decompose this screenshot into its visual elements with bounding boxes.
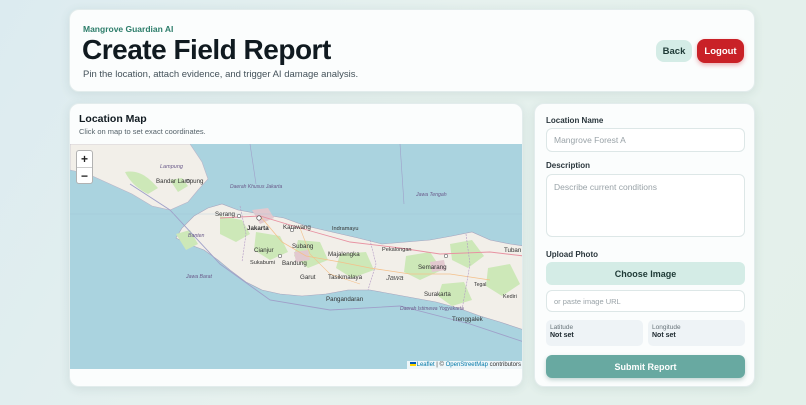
report-form-card: Location Name Mangrove Forest A Descript…: [534, 103, 755, 387]
map-label: Karawang: [283, 224, 311, 231]
map-attribution: Leaflet | © OpenStreetMap contributors: [406, 361, 522, 369]
map-label: Serang: [215, 211, 236, 218]
latitude-value: Not set: [550, 332, 574, 339]
map-label: Tegal: [474, 282, 486, 288]
map-label: Indramayu: [332, 226, 358, 232]
attribution-tail: contributors: [487, 362, 521, 368]
map-label: Garut: [300, 274, 316, 281]
osm-link[interactable]: OpenStreetMap: [446, 362, 488, 368]
logout-button[interactable]: Logout: [697, 39, 744, 63]
longitude-value: Not set: [652, 332, 676, 339]
map-label: Majalengka: [328, 251, 360, 258]
map-label: Jawa Tengah: [415, 192, 447, 198]
description-label: Description: [546, 161, 591, 170]
map-label: Tasikmalaya: [328, 274, 363, 281]
image-url-input[interactable]: or paste image URL: [546, 290, 745, 312]
map-label: Surakarta: [424, 291, 451, 298]
map-subtitle: Click on map to set exact coordinates.: [79, 127, 206, 136]
zoom-in-button[interactable]: +: [77, 151, 92, 167]
map-label: Jawa: [385, 273, 404, 282]
description-textarea[interactable]: Describe current conditions: [546, 174, 745, 237]
map-label: Tuban: [504, 247, 522, 254]
back-button[interactable]: Back: [656, 40, 692, 62]
map-label: Kediri: [503, 294, 517, 300]
location-map-card: Location Map Click on map to set exact c…: [69, 103, 523, 387]
ukraine-flag-icon: [409, 362, 416, 367]
map-label: Bandar Lampung: [156, 178, 204, 185]
map-label: Daerah Istimewa Yogyakarta: [400, 306, 464, 312]
longitude-box: Longitude Not set: [648, 320, 745, 346]
upload-photo-label: Upload Photo: [546, 250, 598, 259]
location-name-label: Location Name: [546, 116, 604, 125]
map-label: Daerah Khusus Jakarta: [230, 184, 282, 190]
map-label: Jakarta: [247, 225, 269, 232]
submit-report-button[interactable]: Submit Report: [546, 355, 745, 378]
zoom-control: + −: [76, 150, 93, 184]
map-canvas[interactable]: Lampung Bandar Lampung Serang Jakarta Ba…: [70, 144, 522, 369]
page-header: Mangrove Guardian AI Create Field Report…: [69, 9, 755, 92]
app-name: Mangrove Guardian AI: [83, 24, 174, 34]
map-tiles: Lampung Bandar Lampung Serang Jakarta Ba…: [70, 144, 522, 342]
attribution-separator: | ©: [434, 362, 446, 368]
location-name-input[interactable]: Mangrove Forest A: [546, 128, 745, 152]
map-label: Cianjur: [254, 247, 274, 254]
map-label: Trenggalek: [452, 316, 484, 323]
page-subtitle: Pin the location, attach evidence, and t…: [83, 69, 359, 80]
choose-image-button[interactable]: Choose Image: [546, 262, 745, 285]
map-label: Pekalongan: [382, 247, 412, 253]
map-label: Jawa Barat: [185, 274, 213, 280]
longitude-label: Longitude: [652, 324, 681, 331]
map-label: Subang: [292, 243, 314, 250]
map-label: Lampung: [160, 164, 184, 170]
zoom-out-button[interactable]: −: [77, 167, 92, 183]
leaflet-link[interactable]: Leaflet: [417, 362, 435, 368]
map-label: Sukabumi: [250, 260, 275, 266]
map-label: Pangandaran: [326, 296, 364, 303]
map-label: Banten: [188, 233, 205, 239]
latitude-label: Latitude: [550, 324, 574, 331]
map-label: Semarang: [418, 264, 447, 271]
map-label: Bandung: [282, 260, 307, 267]
map-title: Location Map: [79, 113, 147, 125]
page-title: Create Field Report: [82, 34, 331, 65]
latitude-box: Latitude Not set: [546, 320, 643, 346]
